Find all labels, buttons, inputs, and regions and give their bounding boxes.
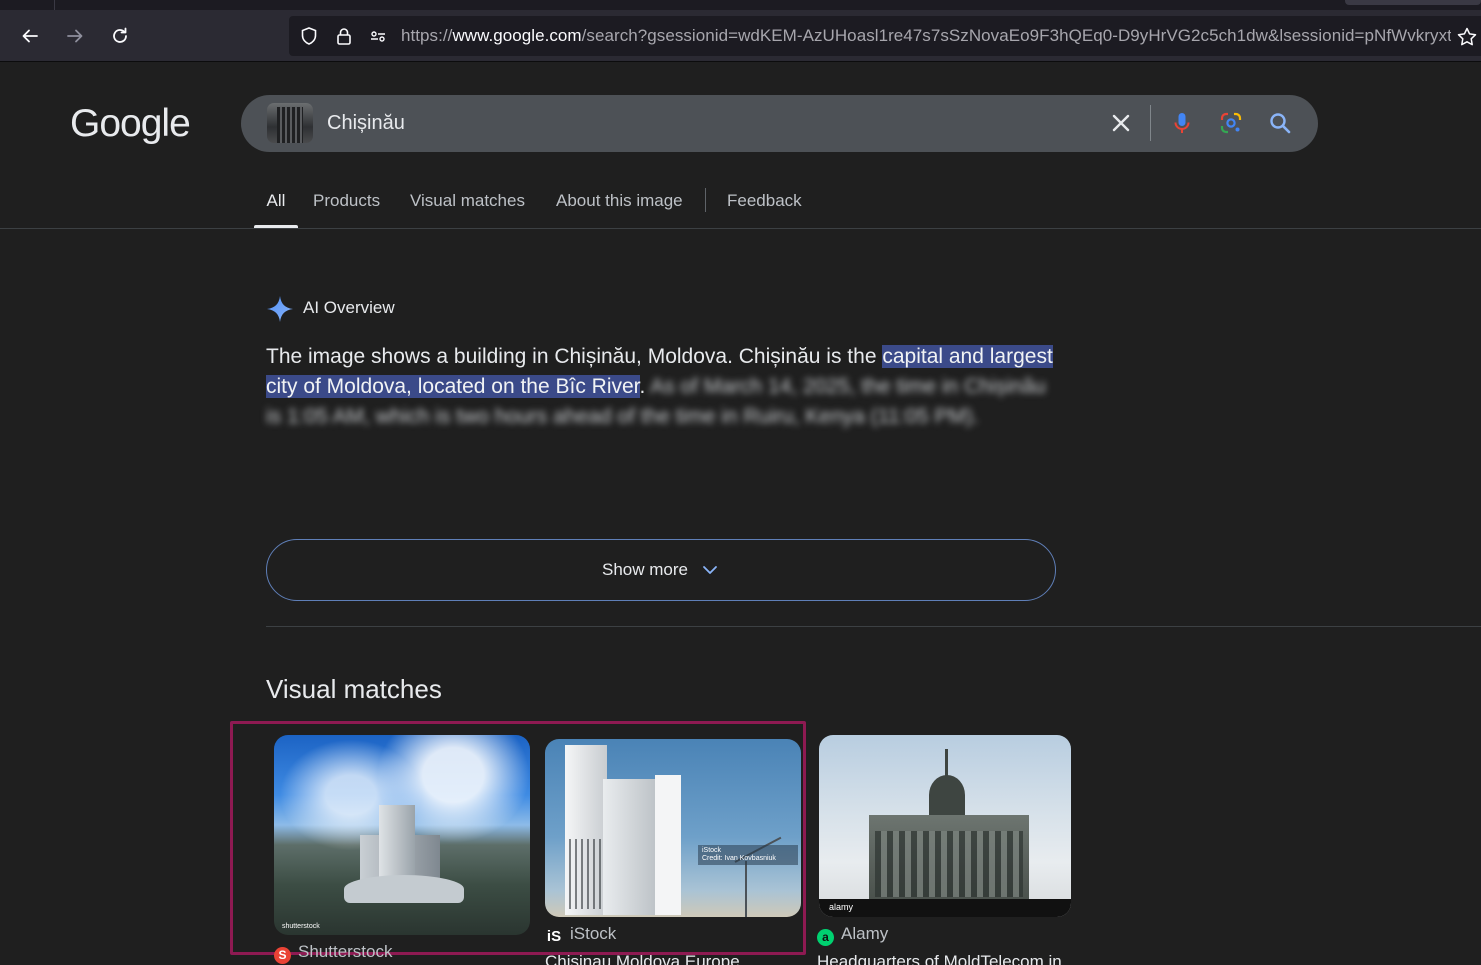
image-windows (569, 839, 603, 909)
show-more-button[interactable]: Show more (266, 539, 1056, 601)
tab-products[interactable]: Products (313, 188, 380, 228)
sparkle-icon (267, 296, 293, 322)
ai-overview-label: AI Overview (303, 298, 395, 317)
istock-favicon-icon: iS (546, 928, 562, 945)
tabs-divider-line (0, 228, 1481, 229)
visual-match-source[interactable]: a Alamy (817, 924, 888, 946)
search-divider (1150, 105, 1151, 141)
visual-match-source-label: Alamy (841, 924, 889, 943)
browser-tabstrip (0, 0, 1481, 10)
image-crane (745, 861, 747, 917)
image-watermark: iStock Credit: Ivan Kovbasniuk (698, 845, 798, 865)
ai-overview-text: The image shows a building in Chișinău, … (266, 342, 1056, 432)
image-watermark: alamy (829, 902, 854, 912)
visual-match-source-label: Shutterstock (298, 942, 393, 961)
url-text[interactable]: https://www.google.com/search?gsessionid… (401, 26, 1451, 46)
url-bar[interactable]: https://www.google.com/search?gsessionid… (289, 16, 1481, 56)
image-building-top (929, 775, 965, 815)
google-lens-icon[interactable] (1218, 110, 1244, 136)
visual-match-title[interactable]: Headquarters of MoldTelecom in (817, 952, 1062, 965)
url-host: www.google.com (452, 26, 582, 45)
ai-overview-plain: The image shows a building in Chișinău, … (266, 345, 883, 368)
bookmark-star-icon[interactable] (1456, 26, 1478, 48)
visual-match-source-label: iStock (570, 924, 617, 943)
chevron-down-icon (703, 566, 717, 574)
tab-feedback[interactable]: Feedback (727, 188, 802, 228)
ai-overview-after: . (639, 375, 646, 398)
url-path: /search?gsessionid=wdKEM-AzUHoasl1re47s7… (581, 26, 1451, 45)
forward-button[interactable] (61, 22, 89, 50)
browser-toolbar: https://www.google.com/search?gsessionid… (0, 10, 1481, 62)
image-windows (875, 831, 1023, 897)
search-box[interactable]: Chișinău (241, 95, 1318, 152)
image-building (603, 779, 663, 915)
alamy-favicon-icon: a (817, 929, 834, 946)
visual-match-image[interactable]: shutterstock (274, 735, 530, 935)
image-watermark: shutterstock (282, 923, 320, 930)
image-building-wing (655, 775, 681, 915)
visual-match-image[interactable]: alamy (819, 735, 1071, 917)
image-building-base (344, 875, 464, 903)
lock-icon[interactable] (334, 26, 354, 46)
tab-separator (54, 0, 55, 10)
thumbnail-building (277, 107, 303, 143)
watermark-line: iStock (702, 847, 722, 854)
section-divider (266, 626, 1481, 627)
visual-match-image[interactable]: iStock Credit: Ivan Kovbasniuk (545, 739, 801, 917)
search-icon[interactable] (1267, 110, 1293, 136)
reload-button[interactable] (106, 22, 134, 50)
microphone-icon[interactable] (1169, 110, 1195, 136)
shield-icon[interactable] (299, 26, 319, 46)
image-building-tower (379, 805, 415, 885)
clear-icon[interactable] (1108, 110, 1134, 136)
browser-tab[interactable] (1345, 0, 1481, 5)
arrow-left-icon (22, 29, 38, 43)
visual-match-source[interactable]: iS iStock (545, 924, 616, 945)
reload-icon (113, 27, 127, 43)
show-more-label: Show more (602, 560, 688, 579)
permissions-icon[interactable] (368, 26, 388, 46)
visual-match-source[interactable]: S Shutterstock (274, 942, 393, 964)
arrow-right-icon (67, 29, 83, 43)
tab-about-this-image[interactable]: About this image (556, 188, 683, 228)
google-logo[interactable]: Google (70, 101, 191, 147)
tab-visual-matches[interactable]: Visual matches (410, 188, 525, 228)
watermark-credit: Credit: Ivan Kovbasniuk (702, 855, 776, 862)
back-button[interactable] (16, 22, 44, 50)
shutterstock-favicon-icon: S (274, 947, 291, 964)
tab-all[interactable]: All (254, 188, 298, 228)
tab-divider (705, 188, 706, 212)
visual-matches-title: Visual matches (266, 674, 442, 704)
url-prefix: https:// (401, 26, 453, 45)
visual-match-title[interactable]: Chisinau Moldova Europe (545, 952, 740, 965)
search-query[interactable]: Chișinău (327, 112, 405, 134)
image-watermark-bar: alamy (819, 899, 1071, 917)
query-image-thumbnail[interactable] (267, 103, 313, 143)
